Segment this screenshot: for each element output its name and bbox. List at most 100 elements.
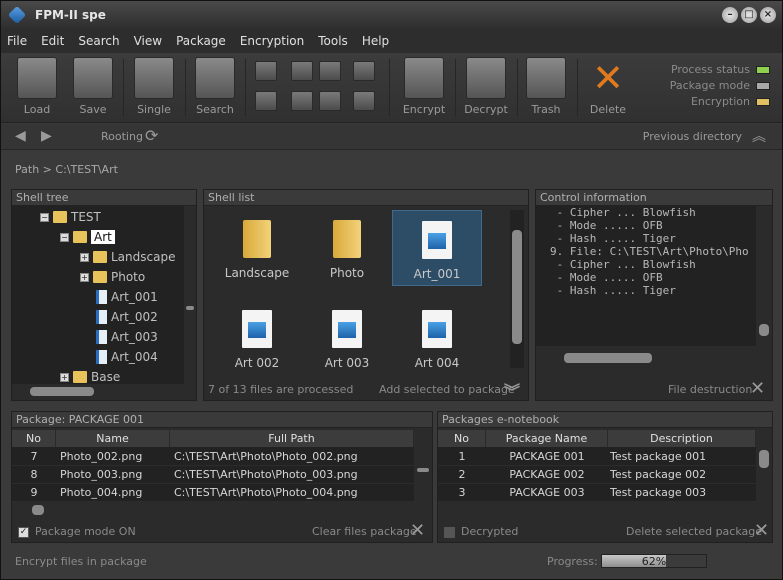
new-package-icon[interactable] [255, 61, 277, 81]
up-chevron-icon[interactable]: ︽ [752, 126, 766, 146]
image-file-icon [96, 310, 107, 324]
table-row[interactable]: 9 Photo_004.png C:\TEST\Art\Photo\Photo_… [12, 484, 414, 502]
notebook-vertical-scrollbar[interactable] [756, 430, 772, 502]
scroll-thumb[interactable] [759, 324, 769, 336]
scroll-thumb[interactable] [417, 468, 429, 472]
table-row[interactable]: 3 PACKAGE 003 Test package 003 [438, 484, 756, 502]
column-header-no[interactable]: No [438, 430, 486, 447]
lock-icon [404, 57, 444, 99]
scroll-thumb[interactable] [32, 505, 44, 515]
list-vertical-scrollbar[interactable] [510, 210, 524, 368]
double-chevron-down-icon[interactable]: ︾ [504, 378, 520, 402]
list-item-art-004[interactable]: Art 004 [392, 300, 482, 376]
notebook-horizontal-scrollbar[interactable] [438, 502, 756, 518]
forward-arrow-icon[interactable]: ▶ [41, 128, 52, 144]
control-horizontal-scrollbar[interactable] [536, 350, 756, 366]
tree-item-photo[interactable]: + Photo [80, 268, 145, 286]
menu-encryption[interactable]: Encryption [240, 34, 304, 48]
progress-label: Progress: [547, 555, 598, 568]
menu-view[interactable]: View [134, 34, 162, 48]
control-log: - Cipher ... Blowfish - Mode ..... OFB -… [536, 206, 756, 346]
list-item-art-001[interactable]: Art_001 [392, 210, 482, 286]
minimize-button[interactable]: – [722, 7, 738, 23]
path-value: C:\TEST\Art [55, 163, 118, 176]
menu-help[interactable]: Help [362, 34, 389, 48]
add-package-icon[interactable] [255, 91, 277, 111]
table-row[interactable]: 8 Photo_003.png C:\TEST\Art\Photo\Photo_… [12, 466, 414, 484]
column-header-no[interactable]: No [12, 430, 56, 447]
previous-directory-label[interactable]: Previous directory [643, 130, 742, 143]
save-button[interactable]: Save [71, 57, 115, 116]
list-icon[interactable] [353, 91, 375, 111]
tree-item-art-001[interactable]: Art_001 [96, 288, 158, 306]
toolbar-separator [245, 59, 246, 117]
folder-icon [53, 211, 67, 223]
move-icon[interactable] [319, 91, 341, 111]
tree-item-landscape[interactable]: + Landscape [80, 248, 175, 266]
decrypted-toggle[interactable]: Decrypted [444, 525, 518, 538]
tile-view-icon[interactable] [291, 61, 313, 81]
list-item-photo[interactable]: Photo [302, 210, 392, 286]
destruction-x-icon[interactable]: ✕ [750, 378, 765, 399]
column-header-description[interactable]: Description [608, 430, 756, 447]
delete-x-icon[interactable]: ✕ [754, 520, 769, 541]
tree-item-art-002[interactable]: Art_002 [96, 308, 158, 326]
menu-edit[interactable]: Edit [41, 34, 64, 48]
trash-button[interactable]: Trash [523, 57, 569, 116]
encryption-status: Encryption [691, 95, 770, 108]
control-vertical-scrollbar[interactable] [756, 206, 772, 346]
tree-item-base[interactable]: + Base [60, 368, 120, 384]
scroll-thumb[interactable] [30, 387, 94, 396]
load-button[interactable]: Load [15, 57, 59, 116]
menu-package[interactable]: Package [176, 34, 226, 48]
scroll-thumb[interactable] [186, 306, 194, 310]
column-header-name[interactable]: Name [56, 430, 170, 447]
search-button[interactable]: Search [193, 57, 237, 116]
tree-item-art-003[interactable]: Art_003 [96, 328, 158, 346]
scroll-thumb[interactable] [564, 353, 652, 363]
package-mode-led [756, 82, 770, 90]
close-button[interactable]: × [760, 7, 776, 23]
package-horizontal-scrollbar[interactable] [12, 502, 414, 518]
tree-item-test[interactable]: − TEST [40, 208, 101, 226]
menu-tools[interactable]: Tools [318, 34, 348, 48]
clear-files-button[interactable]: Clear files package [312, 525, 417, 538]
package-mode-toggle[interactable]: ✓ Package mode ON [18, 525, 136, 538]
tree-item-art[interactable]: − Art [60, 228, 115, 246]
scroll-thumb[interactable] [512, 230, 522, 344]
maximize-button[interactable]: □ [741, 7, 757, 23]
rooting-label[interactable]: Rooting [101, 130, 143, 143]
refresh-icon[interactable]: ⟳ [145, 126, 158, 145]
key-icon [466, 57, 506, 99]
list-item-landscape[interactable]: Landscape [212, 210, 302, 286]
tree-horizontal-scrollbar[interactable] [12, 384, 184, 398]
clear-x-icon[interactable]: ✕ [410, 520, 425, 541]
decrypt-button[interactable]: Decrypt [463, 57, 509, 116]
list-item-art-003[interactable]: Art 003 [302, 300, 392, 376]
table-row[interactable]: 7 Photo_002.png C:\TEST\Art\Photo\Photo_… [12, 448, 414, 466]
tree-vertical-scrollbar[interactable] [184, 206, 196, 384]
back-arrow-icon[interactable]: ◀ [15, 128, 26, 144]
menu-file[interactable]: File [7, 34, 27, 48]
delete-selected-package-button[interactable]: Delete selected package [626, 525, 762, 538]
single-button[interactable]: Single [131, 57, 177, 116]
cut-icon[interactable] [291, 91, 313, 111]
scroll-thumb[interactable] [759, 450, 769, 468]
file-destruction-button[interactable]: File destruction [668, 383, 752, 396]
add-selected-button[interactable]: Add selected to package [379, 383, 515, 396]
floppy-icon[interactable] [319, 61, 341, 81]
encrypt-button[interactable]: Encrypt [401, 57, 447, 116]
list-item-art-002[interactable]: Art 002 [212, 300, 302, 376]
column-header-full-path[interactable]: Full Path [170, 430, 414, 447]
delete-button[interactable]: ✕ Delete [585, 57, 631, 116]
menu-search[interactable]: Search [78, 34, 119, 48]
package-vertical-scrollbar[interactable] [414, 430, 432, 502]
column-header-package-name[interactable]: Package Name [486, 430, 608, 447]
app-window: FPM-II spe – □ × File Edit Search View P… [0, 0, 783, 580]
process-status-led [756, 66, 770, 74]
table-row[interactable]: 1 PACKAGE 001 Test package 001 [438, 448, 756, 466]
tree-item-art-004[interactable]: Art_004 [96, 348, 158, 366]
table-row[interactable]: 2 PACKAGE 002 Test package 002 [438, 466, 756, 484]
window-title: FPM-II spe [35, 8, 106, 22]
checklist-icon[interactable] [353, 61, 375, 81]
